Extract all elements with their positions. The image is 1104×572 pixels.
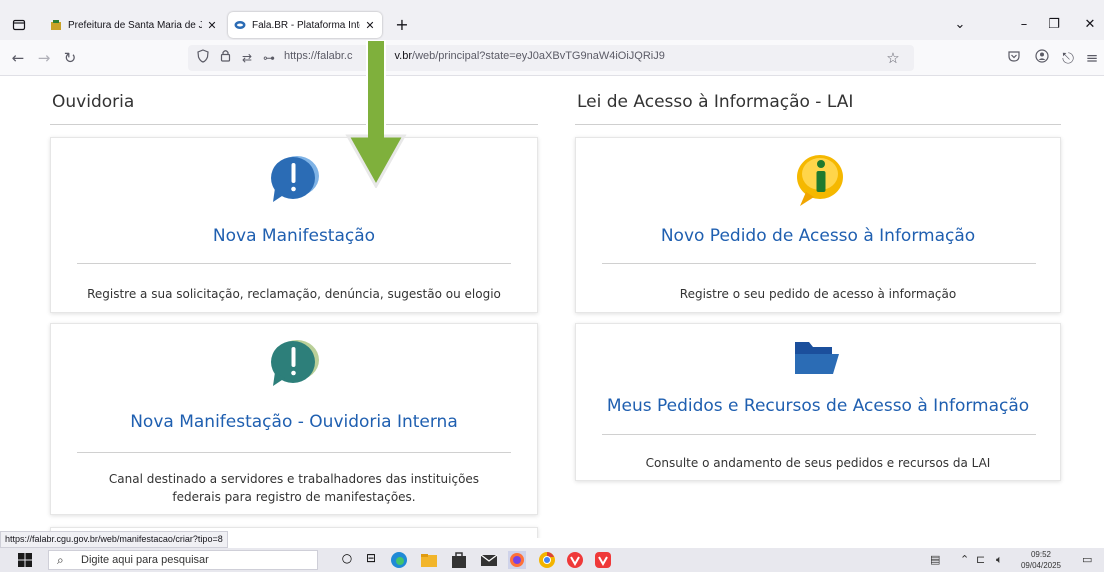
tracking-shield-icon[interactable] [194, 49, 212, 67]
tab-prefeitura[interactable]: Prefeitura de Santa Maria de Jet ✕ [44, 12, 224, 38]
novo-pedido-desc: Registre o seu pedido de acesso à inform… [679, 287, 957, 301]
restore-button[interactable]: ❐ [1040, 14, 1068, 36]
status-url-tooltip: https://falabr.cgu.gov.br/web/manifestac… [0, 531, 228, 548]
url-domain: v.br [394, 50, 413, 62]
firefox-icon[interactable] [508, 551, 526, 569]
prefeitura-favicon-icon [51, 20, 61, 30]
url-bar[interactable]: ⇄ ⊶ https://falabr.c v.br/web/principal?s… [188, 45, 914, 71]
nova-manifestacao-title[interactable]: Nova Manifestação [51, 226, 537, 246]
speech-bubble-exclamation-icon [271, 340, 319, 386]
meus-pedidos-card[interactable]: Meus Pedidos e Recursos de Acesso à Info… [575, 323, 1061, 481]
meus-pedidos-title[interactable]: Meus Pedidos e Recursos de Acesso à Info… [576, 396, 1060, 416]
folder-open-icon [795, 342, 839, 374]
lai-heading: Lei de Acesso à Informação - LAI [577, 92, 854, 112]
forward-button[interactable]: → [34, 48, 54, 68]
ouvidoria-heading: Ouvidoria [52, 92, 135, 112]
search-icon: ⌕ [57, 553, 64, 567]
windows-taskbar: ⌕ Digite aqui para pesquisar ○ ⊟ ▤ ⌃ ⊏ 🔈… [0, 548, 1104, 572]
tab-close-icon[interactable]: ✕ [206, 19, 218, 32]
meus-pedidos-desc: Consulte o andamento de seus pedidos e r… [645, 456, 991, 470]
tray-overflow-icon[interactable]: ⌃ [960, 553, 969, 566]
mail-icon[interactable] [480, 551, 498, 569]
pocket-icon[interactable] [1004, 48, 1024, 68]
navigation-bar: ← → ↻ ⇄ ⊶ https://falabr.c v.br/web/princ… [0, 40, 1104, 76]
url-path: /web/principal?state=eyJ0aXBvTG9naW4iOiJ… [412, 50, 665, 62]
new-tab-button[interactable]: + [392, 15, 412, 35]
card-divider [602, 434, 1036, 435]
novo-pedido-title[interactable]: Novo Pedido de Acesso à Informação [576, 226, 1060, 246]
clock-date: 09/04/2025 [1020, 561, 1062, 570]
tab-title: Fala.BR - Plataforma Integrada d [252, 19, 360, 31]
tab-list-button[interactable] [8, 14, 30, 36]
back-button[interactable]: ← [8, 48, 28, 68]
tab-close-icon[interactable]: ✕ [364, 19, 376, 32]
edge-icon[interactable] [390, 551, 408, 569]
file-explorer-icon[interactable] [420, 551, 438, 569]
tab-bar: Prefeitura de Santa Maria de Jet ✕ Fala.… [0, 10, 1104, 40]
chrome-icon[interactable] [538, 551, 556, 569]
list-all-tabs-button[interactable]: ⌄ [946, 14, 974, 36]
key-icon[interactable]: ⊶ [260, 49, 278, 67]
close-window-button[interactable]: ✕ [1076, 14, 1104, 36]
volume-icon[interactable]: 🔈︎ [996, 553, 1003, 567]
ouvidoria-interna-title[interactable]: Nova Manifestação - Ouvidoria Interna [51, 412, 537, 432]
taskbar-search-box[interactable]: ⌕ Digite aqui para pesquisar [48, 550, 318, 570]
url-prefix: https://falabr.c [284, 50, 353, 62]
bookmark-star-icon[interactable]: ☆ [884, 49, 902, 67]
page-content: Ouvidoria Nova Manifestação Registre a s… [0, 77, 1104, 538]
task-view-icon[interactable]: ⊟ [362, 551, 380, 569]
extensions-icon[interactable]: ⎋ [1058, 48, 1078, 68]
menu-icon[interactable]: ≡ [1082, 48, 1102, 68]
cortana-icon[interactable]: ○ [338, 551, 356, 569]
ouvidoria-interna-desc-line2: federais para registro de manifestações. [172, 490, 416, 504]
vivaldi-icon[interactable] [566, 551, 584, 569]
keyboard-icon[interactable]: ▤ [930, 553, 940, 566]
ouvidoria-interna-desc-line1: Canal destinado a servidores e trabalhad… [108, 472, 480, 486]
taskbar-search-placeholder: Digite aqui para pesquisar [81, 554, 209, 566]
falabr-favicon-icon [234, 21, 246, 29]
lai-divider [575, 124, 1061, 125]
card-divider [77, 263, 511, 264]
information-bubble-icon [797, 155, 843, 206]
url-text[interactable]: https://falabr.c v.br/web/principal?state… [284, 50, 665, 62]
store-icon[interactable] [450, 551, 468, 569]
reload-button[interactable]: ↻ [60, 48, 80, 68]
clock-time: 09:52 [1030, 550, 1052, 559]
tab-title: Prefeitura de Santa Maria de Jet [68, 19, 202, 31]
tab-list-icon [12, 19, 26, 31]
vivaldi-snapshot-icon[interactable] [594, 551, 612, 569]
windows-start-icon[interactable] [18, 553, 32, 567]
notifications-icon[interactable]: ▭ [1082, 553, 1092, 566]
ouvidoria-interna-card[interactable]: Nova Manifestação - Ouvidoria Interna Ca… [50, 323, 538, 515]
lock-icon[interactable] [216, 49, 234, 67]
novo-pedido-card[interactable]: Novo Pedido de Acesso à Informação Regis… [575, 137, 1061, 313]
minimize-button[interactable]: – [1010, 14, 1038, 36]
speech-bubble-exclamation-icon [271, 156, 319, 202]
nova-manifestacao-desc: Registre a sua solicitação, reclamação, … [87, 287, 501, 301]
permissions-icon[interactable]: ⇄ [238, 49, 256, 67]
titlebar-strip [0, 0, 1104, 10]
account-icon[interactable] [1032, 48, 1052, 68]
card-divider [602, 263, 1036, 264]
card-divider [77, 452, 511, 453]
nova-manifestacao-card[interactable]: Nova Manifestação Registre a sua solicit… [50, 137, 538, 313]
network-icon[interactable]: ⊏ [976, 553, 985, 566]
tab-falabr[interactable]: Fala.BR - Plataforma Integrada d ✕ [228, 12, 382, 38]
system-clock[interactable]: 09:52 09/04/2025 [1018, 549, 1064, 571]
ouvidoria-divider [50, 124, 538, 125]
